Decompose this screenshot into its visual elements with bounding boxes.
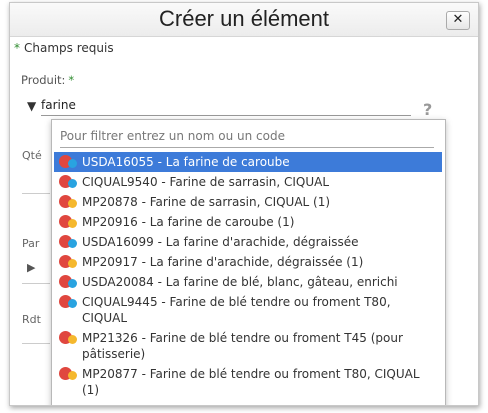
- product-badge-icon: [59, 215, 81, 229]
- product-badge-icon: [59, 295, 81, 309]
- option-label: CIQUAL9445 - Farine de blé tendre ou fro…: [82, 295, 391, 325]
- option-label: USDA16055 - La farine de caroube: [82, 155, 290, 169]
- option-label: MP21326 - Farine de blé tendre ou fromen…: [82, 331, 403, 361]
- option-list: USDA16055 - La farine de caroube CIQUAL95…: [54, 152, 442, 400]
- quantity-label: Qté: [22, 149, 42, 162]
- product-badge-icon: [59, 275, 81, 289]
- dropdown-option[interactable]: USDA20084 - La farine de blé, blanc, gât…: [54, 272, 442, 292]
- product-badge-icon: [59, 155, 81, 169]
- product-dropdown: USDA16055 - La farine de caroube CIQUAL95…: [51, 119, 446, 405]
- dropdown-option[interactable]: CIQUAL9540 - Farine de sarrasin, CIQUAL: [54, 172, 442, 192]
- dropdown-option[interactable]: MP20877 - Farine de blé tendre ou fromen…: [54, 364, 442, 400]
- product-badge-icon: [59, 235, 81, 249]
- yield-label: Rdt: [22, 313, 41, 326]
- dropdown-option[interactable]: USDA16055 - La farine de caroube: [54, 152, 442, 172]
- product-badge-icon: [59, 195, 81, 209]
- option-label: MP20917 - La farine d'arachide, dégraiss…: [82, 255, 364, 269]
- dialog-title: Créer un élément: [159, 6, 329, 31]
- yield-field-line: [22, 343, 50, 344]
- close-button[interactable]: ✕: [446, 11, 470, 30]
- close-icon: ✕: [452, 12, 464, 27]
- option-label: MP20878 - Farine de sarrasin, CIQUAL (1): [82, 195, 331, 209]
- dropdown-option[interactable]: MP21326 - Farine de blé tendre ou fromen…: [54, 328, 442, 364]
- create-item-dialog: Créer un élément ✕ * Champs requis Produi…: [9, 2, 479, 406]
- option-label: MP20877 - Farine de blé tendre ou fromen…: [82, 367, 420, 397]
- option-label: MP20916 - La farine de caroube (1): [82, 215, 295, 229]
- help-icon[interactable]: ?: [423, 100, 432, 119]
- product-badge-icon: [59, 255, 81, 269]
- required-note-text: Champs requis: [24, 41, 114, 55]
- dropdown-option[interactable]: MP20878 - Farine de sarrasin, CIQUAL (1): [54, 192, 442, 212]
- dropdown-option[interactable]: MP20917 - La farine d'arachide, dégraiss…: [54, 252, 442, 272]
- dropdown-option[interactable]: CIQUAL9445 - Farine de blé tendre ou fro…: [54, 292, 442, 328]
- caret-down-icon[interactable]: ▼: [27, 99, 36, 113]
- option-label: USDA16099 - La farine d'arachide, dégrai…: [82, 235, 359, 249]
- part-label: Par: [22, 237, 40, 250]
- dialog-titlebar: Créer un élément ✕: [10, 3, 478, 37]
- product-badge-icon: [59, 175, 81, 189]
- required-star: *: [14, 41, 20, 55]
- product-badge-icon: [59, 367, 81, 381]
- dropdown-option[interactable]: USDA16099 - La farine d'arachide, dégrai…: [54, 232, 442, 252]
- product-label-text: Produit:: [21, 73, 66, 87]
- product-label: Produit: *: [21, 73, 74, 87]
- required-fields-note: * Champs requis: [14, 41, 114, 55]
- product-input[interactable]: [41, 95, 411, 116]
- option-label: USDA20084 - La farine de blé, blanc, gât…: [82, 275, 398, 289]
- option-label: CIQUAL9540 - Farine de sarrasin, CIQUAL: [82, 175, 330, 189]
- part-field-line: [22, 283, 50, 284]
- play-icon[interactable]: ▶: [27, 261, 35, 274]
- product-required-star: *: [68, 73, 75, 87]
- quantity-field-line: [22, 193, 50, 194]
- product-badge-icon: [59, 331, 81, 345]
- filter-input[interactable]: [60, 125, 434, 148]
- dropdown-option[interactable]: MP20916 - La farine de caroube (1): [54, 212, 442, 232]
